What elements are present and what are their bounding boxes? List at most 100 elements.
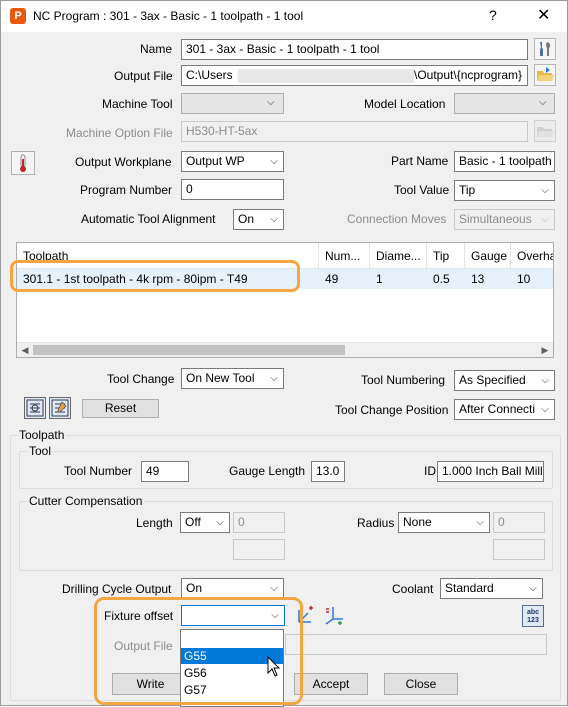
tool-value-select[interactable]: Tip ⌵: [454, 180, 555, 201]
tip-cell: 0.5: [433, 272, 450, 286]
close-button[interactable]: Close: [384, 673, 458, 695]
program-number-label: Program Number: [80, 183, 173, 197]
chevron-down-icon: ⌵: [270, 214, 278, 225]
abc-123-icon[interactable]: abc 123: [522, 605, 544, 627]
gauge-cell: 13: [471, 272, 485, 286]
tool-number-label: Tool Number: [64, 464, 133, 478]
machine-option-file-input[interactable]: H530-HT-5ax: [181, 121, 528, 142]
part-name-label: Part Name: [391, 154, 449, 168]
model-location-label: Model Location: [364, 97, 446, 111]
radius-comp-select[interactable]: None ⌵: [398, 512, 490, 533]
auto-tool-alignment-value: On: [238, 212, 255, 226]
title-bar: P NC Program : 301 - 3ax - Basic - 1 too…: [1, 1, 567, 32]
column-header-gauge[interactable]: Gauge: [465, 243, 511, 269]
fixture-add-icon[interactable]: [295, 604, 317, 626]
length-comp-select[interactable]: Off ⌵: [180, 512, 230, 533]
powermill-app-icon: P: [10, 8, 26, 24]
tool-list-icon[interactable]: [24, 397, 46, 419]
radius-comp-extra[interactable]: [493, 539, 545, 560]
toolpath-list[interactable]: Toolpath Num... Diame... Tip Gauge Overh…: [16, 242, 554, 358]
help-button[interactable]: ?: [489, 7, 497, 23]
fixture-output-file-label: Output File: [114, 639, 173, 653]
coolant-value: Standard: [445, 581, 494, 595]
tool-group-title: Tool: [27, 444, 54, 458]
column-header-overhang[interactable]: Overha: [511, 243, 553, 269]
coolant-label: Coolant: [392, 582, 434, 596]
tool-number-input[interactable]: 49: [141, 461, 189, 482]
chevron-down-icon: ⌵: [267, 97, 275, 108]
chevron-down-icon: ⌵: [541, 375, 549, 386]
auto-tool-alignment-select[interactable]: On ⌵: [233, 209, 284, 230]
tool-change-value: On New Tool: [186, 371, 255, 385]
column-header-number[interactable]: Num...: [319, 243, 370, 269]
tool-value-label: Tool Value: [394, 183, 450, 197]
drilling-cycle-output-select[interactable]: On ⌵: [181, 578, 284, 599]
scroll-right-icon[interactable]: ▶: [538, 344, 552, 357]
redacted-path: [238, 69, 414, 83]
length-label: Length: [136, 516, 173, 530]
length-comp-number[interactable]: 0: [233, 512, 285, 533]
toolpath-name-cell: 301.1 - 1st toolpath - 4k rpm - 80ipm - …: [23, 272, 248, 286]
connection-moves-select[interactable]: Simultaneous ⌵: [454, 209, 555, 230]
tool-edit-icon[interactable]: [49, 397, 71, 419]
reset-button[interactable]: Reset: [82, 399, 159, 418]
output-file-label: Output File: [114, 69, 173, 83]
accept-button[interactable]: Accept: [294, 673, 368, 695]
radius-label: Radius: [357, 516, 395, 530]
coolant-select[interactable]: Standard ⌵: [440, 578, 543, 599]
tool-value-value: Tip: [459, 183, 476, 197]
chevron-down-icon: ⌵: [216, 517, 224, 528]
id-label: ID: [424, 464, 436, 478]
toolpath-group-title: Toolpath: [17, 428, 67, 442]
part-name-input[interactable]: Basic - 1 toolpath: [454, 151, 555, 172]
horizontal-scrollbar[interactable]: ◀ ▶: [17, 342, 553, 357]
output-workplane-label: Output Workplane: [75, 155, 172, 169]
chevron-down-icon: ⌵: [541, 214, 549, 225]
tool-numbering-value: As Specified: [459, 373, 526, 387]
machine-option-file-label: Machine Option File: [66, 126, 173, 140]
fixture-option-empty[interactable]: [181, 632, 283, 648]
machine-tool-label: Machine Tool: [102, 97, 173, 111]
overhang-cell: 10: [517, 272, 531, 286]
tool-id-input[interactable]: 1.000 Inch Ball Mill: [437, 461, 544, 482]
open-folder-icon[interactable]: [534, 64, 556, 86]
column-header-toolpath[interactable]: Toolpath: [17, 243, 319, 269]
write-button[interactable]: Write: [112, 673, 189, 695]
name-input[interactable]: 301 - 3ax - Basic - 1 toolpath - 1 tool: [181, 39, 528, 60]
radius-comp-number[interactable]: 0: [493, 512, 545, 533]
open-folder-disabled-icon: [534, 120, 556, 142]
auto-tool-alignment-label: Automatic Tool Alignment: [81, 212, 216, 226]
tools-icon[interactable]: [534, 38, 556, 60]
tool-change-select[interactable]: On New Tool ⌵: [181, 368, 284, 389]
tool-numbering-select[interactable]: As Specified ⌵: [454, 370, 555, 391]
scroll-left-icon[interactable]: ◀: [18, 344, 32, 357]
tool-numbering-label: Tool Numbering: [361, 373, 446, 387]
fixture-option-g57[interactable]: G57: [181, 682, 283, 698]
column-header-diameter[interactable]: Diame...: [370, 243, 427, 269]
chevron-down-icon: ⌵: [541, 185, 549, 196]
tool-change-position-value: After Connecti: [459, 402, 536, 416]
chevron-down-icon: ⌵: [539, 97, 547, 108]
program-number-input[interactable]: 0: [181, 179, 284, 200]
tool-change-position-select[interactable]: After Connecti ⌵: [454, 399, 555, 420]
table-row[interactable]: 301.1 - 1st toolpath - 4k rpm - 80ipm - …: [17, 269, 553, 289]
output-file-input[interactable]: C:\Users \Output\{ncprogram}: [181, 65, 528, 86]
column-header-tip[interactable]: Tip: [427, 243, 465, 269]
mouse-cursor-icon: [267, 655, 281, 678]
cutter-compensation-title: Cutter Compensation: [27, 494, 145, 508]
fixture-offset-select[interactable]: ⌵: [181, 605, 285, 626]
name-label: Name: [140, 42, 173, 56]
close-window-button[interactable]: ✕: [537, 5, 550, 25]
scrollbar-thumb[interactable]: [33, 345, 345, 355]
fixture-edit-icon[interactable]: [323, 604, 345, 626]
output-workplane-select[interactable]: Output WP ⌵: [181, 151, 284, 172]
thermometer-icon[interactable]: [11, 151, 35, 175]
chevron-down-icon: ⌵: [270, 373, 278, 384]
output-workplane-value: Output WP: [186, 154, 245, 168]
window-title: NC Program : 301 - 3ax - Basic - 1 toolp…: [33, 9, 304, 23]
diameter-cell: 1: [376, 272, 383, 286]
connection-moves-label: Connection Moves: [347, 212, 447, 226]
length-comp-extra[interactable]: [233, 539, 285, 560]
gauge-length-input[interactable]: 13.0: [311, 461, 345, 482]
fixture-output-file-input[interactable]: [285, 634, 547, 655]
